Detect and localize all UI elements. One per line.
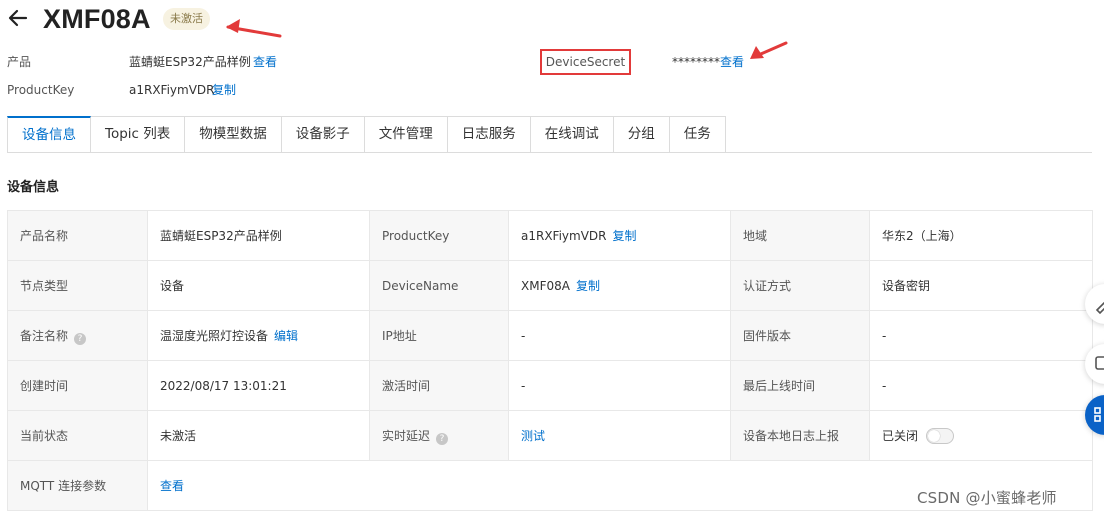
ip-value: - <box>508 310 731 361</box>
productkey-label: ProductKey <box>7 83 75 97</box>
latency-label-cell: 实时延迟? <box>369 410 509 461</box>
table-row: 当前状态 未激活 实时延迟? 测试 设备本地日志上报 已关闭 <box>7 410 1093 461</box>
local-log-toggle[interactable] <box>926 428 955 445</box>
watermark: CSDN @小蜜蜂老师 <box>917 489 1057 507</box>
copy-productkey-link[interactable]: 复制 <box>212 82 236 98</box>
table-row: 节点类型 设备 DeviceName XMF08A 复制 认证方式 设备密钥 <box>7 260 1093 311</box>
productkey-cell-value: a1RXFiymVDR <box>521 229 607 243</box>
local-log-label: 设备本地日志上报 <box>730 410 870 461</box>
grid-icon <box>1094 407 1101 422</box>
latency-label: 实时延迟 <box>382 428 431 443</box>
chat-icon <box>1095 356 1104 370</box>
table-row: 创建时间 2022/08/17 13:01:21 激活时间 - 最后上线时间 - <box>7 360 1093 411</box>
node-type-value: 设备 <box>147 260 370 311</box>
productkey-cell: a1RXFiymVDR 复制 <box>508 210 731 261</box>
back-arrow-icon[interactable] <box>6 6 30 30</box>
tab-online-debug[interactable]: 在线调试 <box>530 116 614 153</box>
activated-value: - <box>508 360 731 411</box>
tab-thing-model-data[interactable]: 物模型数据 <box>185 116 282 153</box>
annotation-arrow-icon <box>226 19 282 38</box>
created-label: 创建时间 <box>7 360 148 411</box>
tabs-divider <box>7 152 1092 153</box>
created-value: 2022/08/17 13:01:21 <box>147 360 370 411</box>
productkey-value: a1RXFiymVDR <box>129 83 215 97</box>
tab-group[interactable]: 分组 <box>613 116 670 153</box>
auth-value: 设备密钥 <box>869 260 1093 311</box>
mqtt-label: MQTT 连接参数 <box>7 460 148 511</box>
remark-label: 备注名称 <box>20 328 69 343</box>
status-value: 未激活 <box>147 410 370 461</box>
annotation-arrow-icon <box>750 41 788 59</box>
view-product-link[interactable]: 查看 <box>253 54 277 70</box>
remark-label-cell: 备注名称? <box>7 310 148 361</box>
product-name-value: 蓝蜻蜓ESP32产品样例 <box>147 210 370 261</box>
product-name-label: 产品名称 <box>7 210 148 261</box>
devicename-label: DeviceName <box>369 260 509 311</box>
devicename-cell: XMF08A 复制 <box>508 260 731 311</box>
region-value: 华东2（上海） <box>869 210 1093 261</box>
edit-remark-button[interactable]: 编辑 <box>274 329 298 343</box>
table-row: 产品名称 蓝蜻蜓ESP32产品样例 ProductKey a1RXFiymVDR… <box>7 210 1093 261</box>
edit-icon <box>1095 301 1104 315</box>
tab-bar: 设备信息 Topic 列表 物模型数据 设备影子 文件管理 日志服务 在线调试 … <box>7 116 726 153</box>
tab-file-management[interactable]: 文件管理 <box>364 116 448 153</box>
product-label: 产品 <box>7 55 32 69</box>
tab-device-info[interactable]: 设备信息 <box>7 116 91 153</box>
help-icon[interactable]: ? <box>74 332 87 345</box>
test-latency-button[interactable]: 测试 <box>521 429 545 443</box>
floating-feedback-button[interactable] <box>1085 284 1104 324</box>
view-devicesecret-link[interactable]: 查看 <box>720 54 744 70</box>
auth-label: 认证方式 <box>730 260 870 311</box>
firmware-label: 固件版本 <box>730 310 870 361</box>
floating-chat-button[interactable] <box>1085 344 1104 384</box>
devicesecret-label: DeviceSecret <box>540 49 631 75</box>
status-badge: 未激活 <box>163 8 210 30</box>
remark-value: 温湿度光照灯控设备 <box>160 329 269 343</box>
copy-productkey-button[interactable]: 复制 <box>613 229 637 243</box>
productkey-cell-label: ProductKey <box>369 210 509 261</box>
tab-task[interactable]: 任务 <box>669 116 726 153</box>
product-value: 蓝蜻蜓ESP32产品样例 <box>129 55 251 69</box>
copy-devicename-button[interactable]: 复制 <box>576 279 600 293</box>
ip-label: IP地址 <box>369 310 509 361</box>
firmware-value: - <box>869 310 1093 361</box>
region-label: 地域 <box>730 210 870 261</box>
status-label: 当前状态 <box>7 410 148 461</box>
devicename-value: XMF08A <box>521 279 570 293</box>
page-title: XMF08A <box>43 4 151 34</box>
last-online-label: 最后上线时间 <box>730 360 870 411</box>
tab-device-shadow[interactable]: 设备影子 <box>281 116 365 153</box>
last-online-value: - <box>869 360 1093 411</box>
table-row: 备注名称? 温湿度光照灯控设备 编辑 IP地址 - 固件版本 - <box>7 310 1093 361</box>
device-info-table: 产品名称 蓝蜻蜓ESP32产品样例 ProductKey a1RXFiymVDR… <box>7 210 1093 511</box>
floating-apps-button[interactable] <box>1085 395 1104 435</box>
section-title: 设备信息 <box>7 180 60 195</box>
view-mqtt-params-link[interactable]: 查看 <box>160 479 184 493</box>
help-icon[interactable]: ? <box>436 432 449 445</box>
remark-cell: 温湿度光照灯控设备 编辑 <box>147 310 370 361</box>
node-type-label: 节点类型 <box>7 260 148 311</box>
local-log-cell: 已关闭 <box>869 410 1093 461</box>
local-log-value: 已关闭 <box>882 428 919 443</box>
latency-cell: 测试 <box>508 410 731 461</box>
devicesecret-value: ******** <box>672 55 720 69</box>
tab-topic-list[interactable]: Topic 列表 <box>91 116 186 153</box>
activated-label: 激活时间 <box>369 360 509 411</box>
tab-log-service[interactable]: 日志服务 <box>447 116 531 153</box>
